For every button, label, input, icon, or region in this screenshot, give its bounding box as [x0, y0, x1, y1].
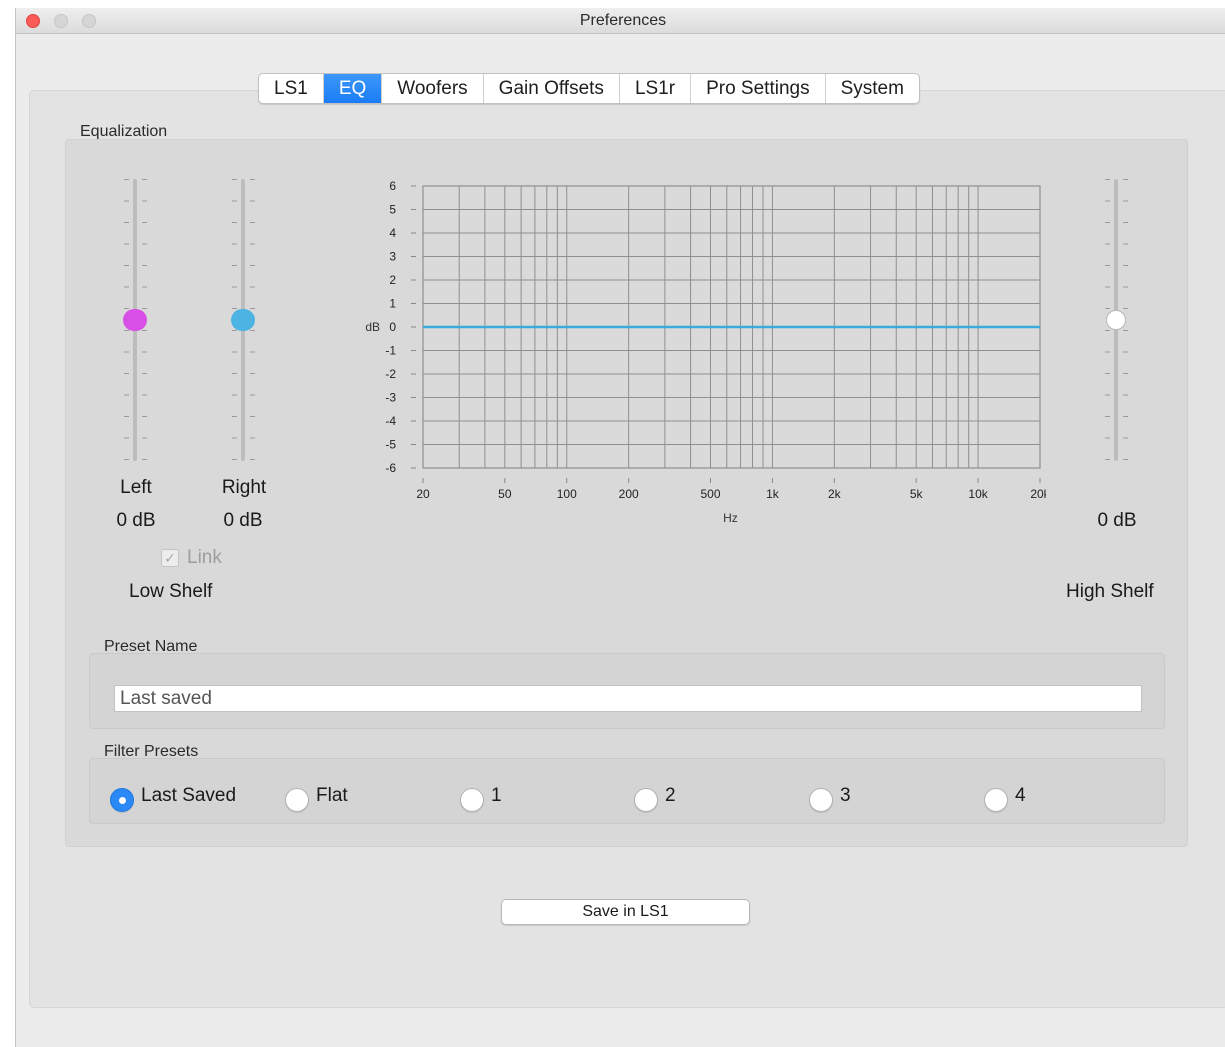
x-tick-label: 100 — [557, 487, 577, 501]
x-tick-label: 50 — [498, 487, 512, 501]
y-tick-label: 5 — [389, 203, 396, 217]
title-bar: Preferences — [16, 8, 1225, 34]
y-tick-label: 6 — [389, 179, 396, 193]
radio-button[interactable] — [460, 788, 484, 812]
y-tick-label: 3 — [389, 250, 396, 264]
radio-button[interactable] — [285, 788, 309, 812]
y-tick-label: 2 — [389, 273, 396, 287]
x-tick-label: 200 — [619, 487, 639, 501]
tab-ls1[interactable]: LS1 — [259, 74, 323, 103]
radio-button-selected[interactable] — [110, 788, 134, 812]
left-channel-label: Left — [120, 477, 152, 498]
radio-button[interactable] — [809, 788, 833, 812]
link-checkbox-row[interactable]: ✓ Link — [161, 547, 222, 569]
x-tick-label: 20 — [416, 487, 430, 501]
high-shelf-slider[interactable] — [1096, 179, 1136, 465]
radio-label: 3 — [840, 785, 851, 806]
link-checkbox[interactable]: ✓ — [161, 549, 179, 567]
y-tick-label: -1 — [385, 344, 396, 358]
high-shelf-knob[interactable] — [1106, 310, 1126, 330]
x-tick-label: 500 — [700, 487, 720, 501]
low-shelf-right-slider[interactable] — [223, 179, 263, 465]
preset-name-input[interactable] — [114, 685, 1142, 712]
high-shelf-label: High Shelf — [1066, 581, 1154, 602]
x-tick-label: 2k — [828, 487, 842, 501]
y-tick-label: 0 — [389, 320, 396, 334]
save-in-ls1-button[interactable]: Save in LS1 — [501, 899, 750, 925]
preset-radio-1[interactable]: 1 — [460, 780, 502, 812]
tab-woofers[interactable]: Woofers — [381, 74, 482, 103]
x-tick-label: 5k — [910, 487, 924, 501]
x-tick-label: 20k — [1030, 487, 1046, 501]
right-gain-value: 0 dB — [223, 510, 263, 531]
radio-button[interactable] — [984, 788, 1008, 812]
preset-radio-flat[interactable]: Flat — [285, 780, 348, 812]
tab-pro-settings[interactable]: Pro Settings — [690, 74, 825, 103]
x-tick-label: 1k — [766, 487, 780, 501]
radio-label: Last Saved — [141, 785, 237, 806]
radio-label: 4 — [1015, 785, 1026, 806]
low-shelf-right-knob[interactable] — [231, 309, 255, 331]
tab-gain-offsets[interactable]: Gain Offsets — [482, 74, 619, 103]
preset-radio-3[interactable]: 3 — [809, 780, 851, 812]
preset-radio-last-saved[interactable]: Last Saved — [110, 780, 236, 812]
y-tick-label: 1 — [389, 297, 396, 311]
x-axis-label: Hz — [723, 511, 738, 525]
y-tick-label: -5 — [385, 438, 396, 452]
y-tick-label: -6 — [385, 461, 396, 475]
preset-radio-4[interactable]: 4 — [984, 780, 1026, 812]
y-tick-label: -4 — [385, 414, 396, 428]
radio-button[interactable] — [634, 788, 658, 812]
high-shelf-gain-value: 0 dB — [1097, 510, 1137, 531]
low-shelf-left-knob[interactable] — [123, 309, 147, 331]
low-shelf-label: Low Shelf — [129, 581, 213, 602]
left-gain-value: 0 dB — [116, 510, 156, 531]
y-tick-label: -2 — [385, 367, 396, 381]
preset-radio-2[interactable]: 2 — [634, 780, 676, 812]
y-tick-label: -3 — [385, 391, 396, 405]
link-label: Link — [187, 547, 222, 568]
right-channel-label: Right — [221, 477, 267, 498]
y-tick-label: 4 — [389, 226, 396, 240]
y-axis-label: dB — [365, 320, 380, 334]
tab-ls1r[interactable]: LS1r — [618, 74, 690, 103]
tab-eq[interactable]: EQ — [322, 74, 382, 103]
preferences-window: Preferences LS1 EQ Woofers Gain Offsets … — [15, 8, 1225, 1047]
low-shelf-left-slider[interactable] — [115, 179, 155, 465]
tab-system[interactable]: System — [824, 74, 919, 103]
radio-label: 1 — [491, 785, 502, 806]
radio-label: 2 — [665, 785, 676, 806]
window-title: Preferences — [579, 12, 667, 29]
radio-label: Flat — [316, 785, 348, 806]
eq-response-graph: 6 5 4 3 2 1 0 -1 -2 -3 -4 -5 -6 20 50 100 200 500 1k 2k 5k 10… — [365, 179, 1046, 525]
x-tick-label: 10k — [968, 487, 988, 501]
tab-bar: LS1 EQ Woofers Gain Offsets LS1r Pro Set… — [258, 73, 920, 104]
